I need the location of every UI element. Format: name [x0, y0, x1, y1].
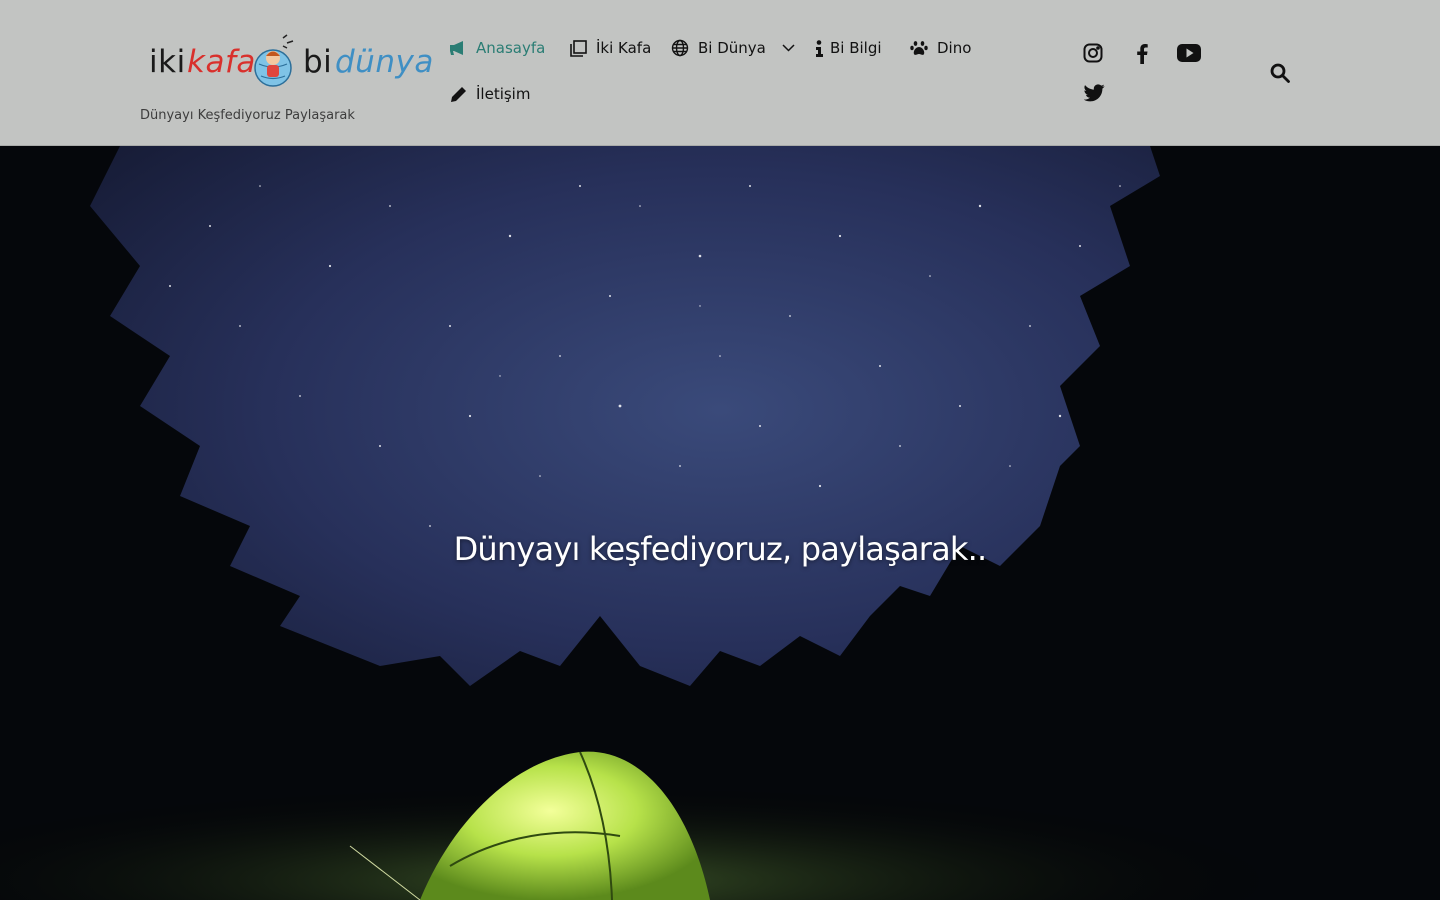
- megaphone-icon: [448, 38, 468, 58]
- paw-icon: [909, 38, 929, 58]
- nav-label: Dino: [937, 39, 972, 57]
- hero-title: Dünyayı keşfediyoruz, paylaşarak..: [453, 530, 988, 568]
- nav-item-dino[interactable]: Dino: [909, 38, 971, 58]
- site-header: iki kafa bi dünya Dünyayı Keşfediyoruz P…: [0, 0, 1440, 146]
- site-logo[interactable]: iki kafa bi dünya: [145, 28, 433, 94]
- info-icon: [812, 38, 826, 58]
- logo-word-dunya: dünya: [335, 44, 434, 80]
- instagram-icon[interactable]: [1081, 41, 1105, 65]
- search-icon[interactable]: [1268, 61, 1292, 85]
- twitter-icon[interactable]: [1082, 81, 1106, 105]
- globe-icon: [670, 38, 690, 58]
- nav-item-iletisim[interactable]: İletişim: [448, 84, 530, 104]
- nav-label: İletişim: [476, 85, 531, 103]
- nav-item-iki-kafa[interactable]: İki Kafa: [568, 38, 651, 58]
- copy-icon: [568, 38, 588, 58]
- youtube-icon[interactable]: [1177, 41, 1201, 65]
- logo-word-iki: iki: [149, 44, 186, 80]
- nav-item-bi-bilgi[interactable]: Bi Bilgi: [812, 38, 882, 58]
- hero-banner: Dünyayı keşfediyoruz, paylaşarak..: [0, 146, 1440, 900]
- nav-label: İki Kafa: [596, 39, 652, 57]
- facebook-icon[interactable]: [1130, 41, 1154, 65]
- nav-item-anasayfa[interactable]: Anasayfa: [448, 38, 545, 58]
- nav-item-bi-dunya[interactable]: Bi Dünya: [670, 38, 796, 58]
- logo-word-bi: bi: [303, 44, 333, 80]
- hero-background-image: [0, 146, 1440, 900]
- pencil-icon: [448, 84, 468, 104]
- nav-label: Bi Bilgi: [830, 39, 882, 57]
- nav-label: Bi Dünya: [698, 39, 766, 57]
- chevron-down-icon[interactable]: [782, 41, 796, 55]
- nav-label: Anasayfa: [476, 39, 546, 57]
- logo-globe-icon: [254, 34, 294, 87]
- site-tagline: Dünyayı Keşfediyoruz Paylaşarak: [140, 108, 355, 123]
- logo-word-kafa: kafa: [187, 44, 256, 80]
